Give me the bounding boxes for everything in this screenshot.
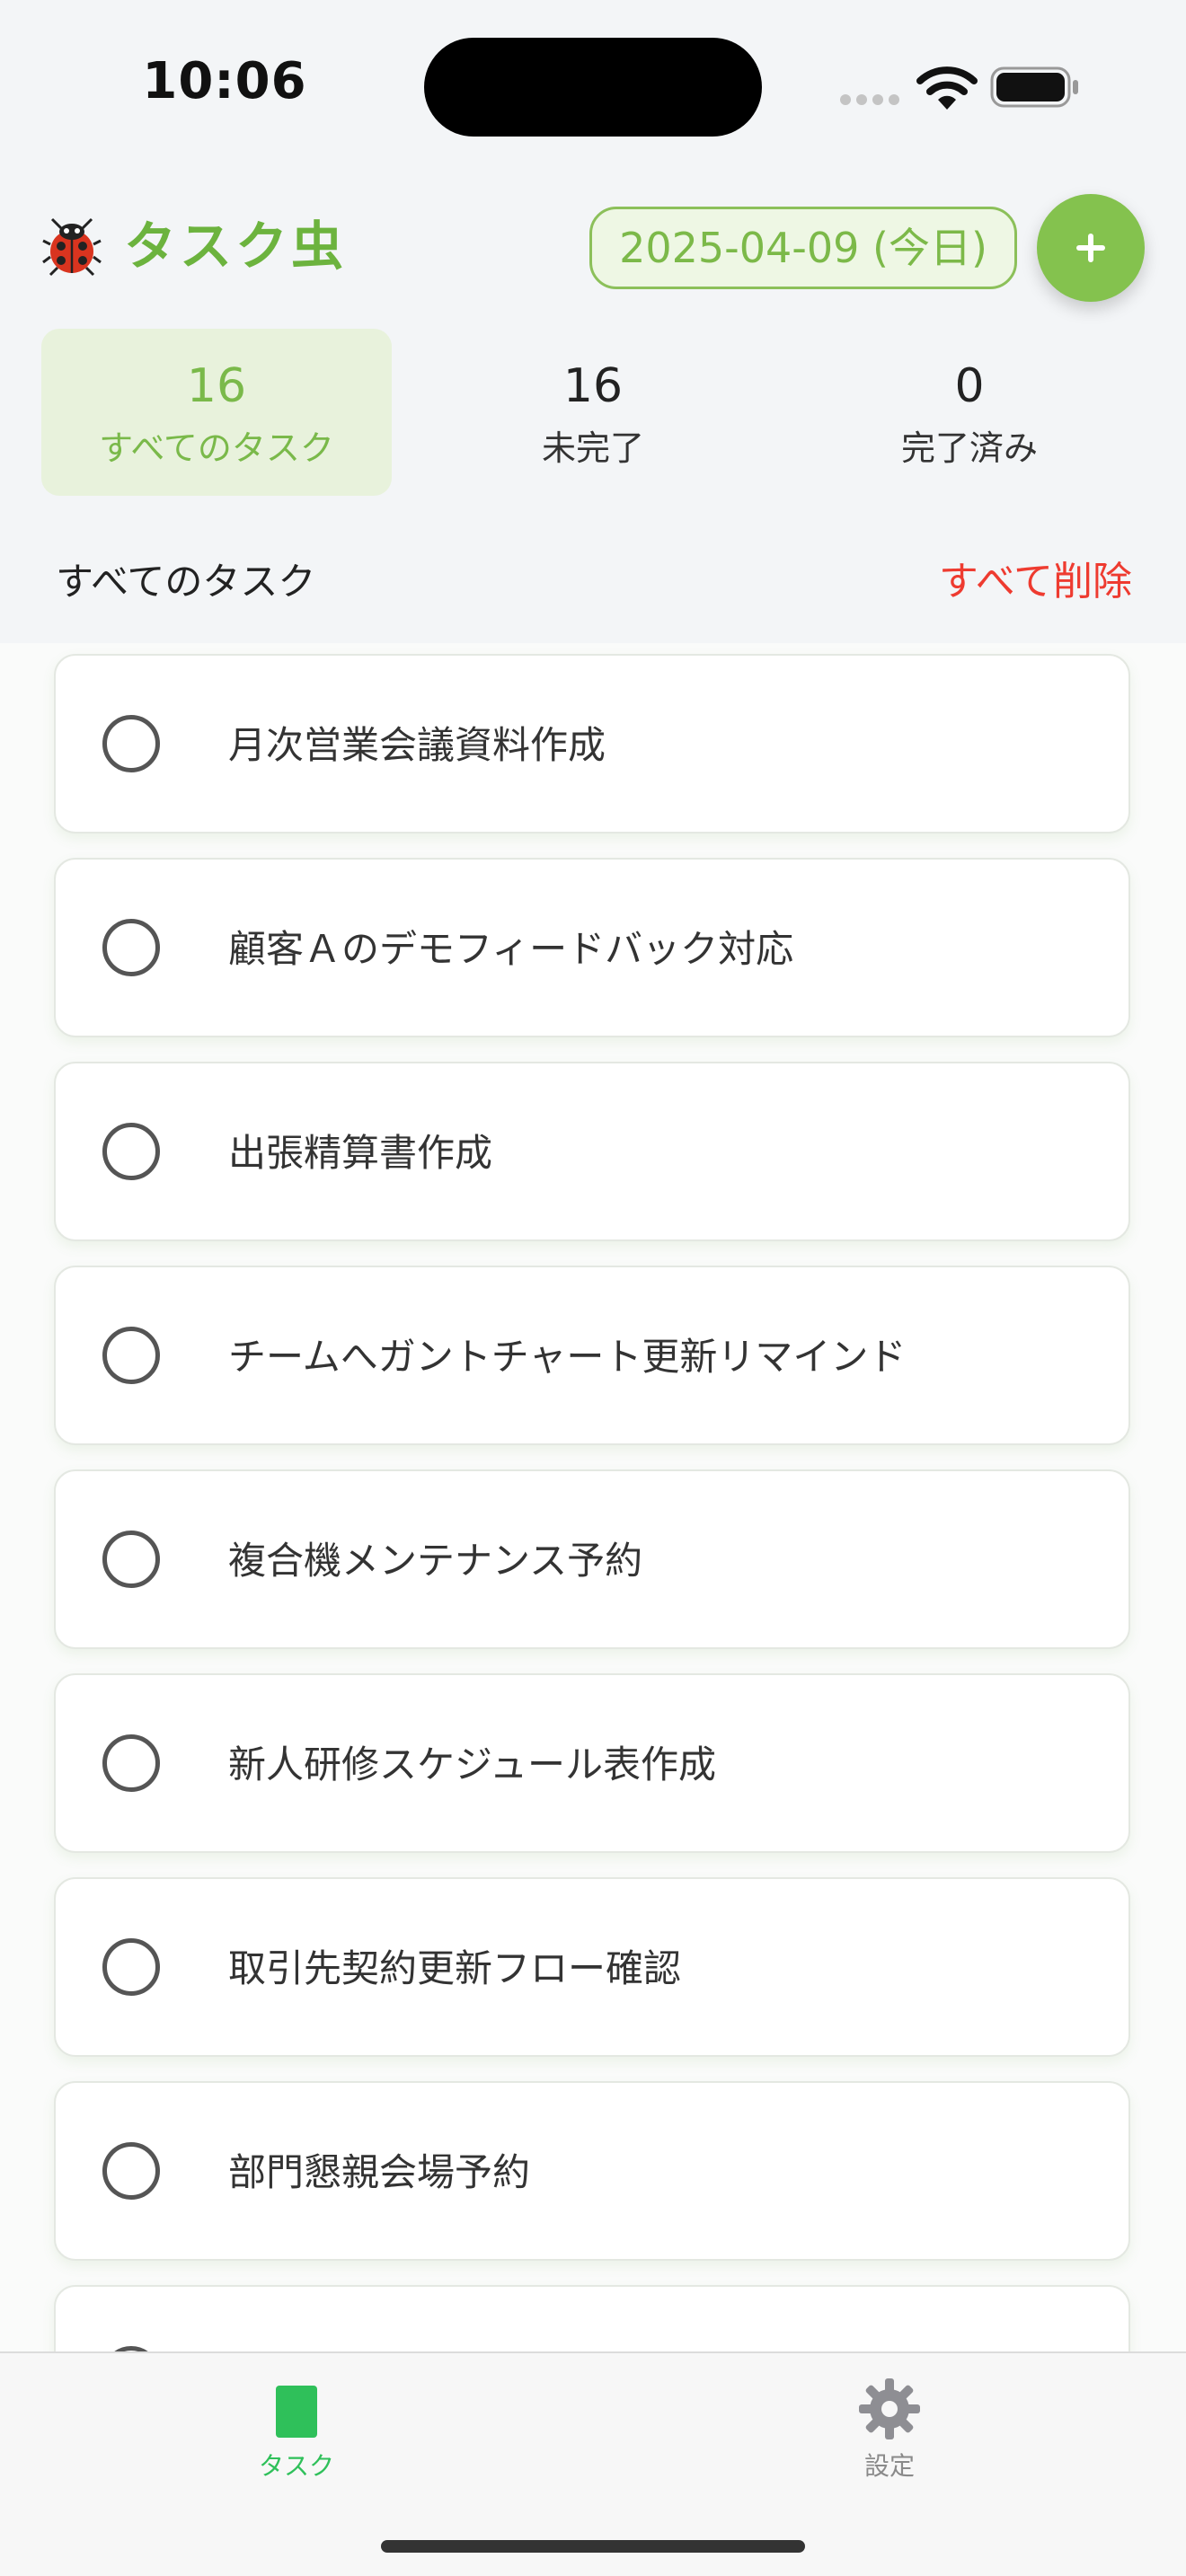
tab-label: 設定 — [863, 2451, 915, 2481]
tab-label: タスク — [258, 2451, 334, 2481]
task-item[interactable]: 複合機メンテナンス予約 — [54, 1469, 1130, 1649]
checkbox-circle-icon[interactable] — [102, 1734, 160, 1792]
task-text: 部門懇親会場予約 — [228, 2150, 531, 2194]
task-text: 月次営業会議資料作成 — [228, 723, 606, 767]
task-item[interactable]: 月次営業会議資料作成 — [54, 654, 1130, 834]
checkbox-circle-icon[interactable] — [102, 1531, 160, 1588]
task-item[interactable]: チームへガントチャート更新リマインド — [54, 1266, 1130, 1445]
delete-all-button[interactable]: すべて削除 — [939, 557, 1132, 607]
home-indicator — [381, 2540, 805, 2553]
wifi-icon — [916, 66, 978, 110]
checkbox-circle-icon[interactable] — [102, 1938, 160, 1996]
filter-all-tasks[interactable]: 16 すべてのタスク — [41, 329, 392, 496]
checkbox-circle-icon[interactable] — [102, 1123, 160, 1180]
task-text: 複合機メンテナンス予約 — [228, 1539, 643, 1583]
task-item[interactable]: 顧客Ａのデモフィードバック対応 — [54, 858, 1130, 1037]
checkbox-circle-icon[interactable] — [102, 919, 160, 976]
stat-label: 完了済み — [900, 428, 1038, 468]
task-icon — [276, 2386, 317, 2438]
task-text: 取引先契約更新フロー確認 — [228, 1946, 682, 1990]
stat-value: 16 — [186, 359, 247, 413]
task-item[interactable] — [54, 2285, 1130, 2351]
stat-label: 未完了 — [541, 428, 644, 468]
tab-settings[interactable]: 設定 — [593, 2353, 1186, 2506]
task-text: 顧客Ａのデモフィードバック対応 — [228, 927, 794, 971]
task-item[interactable]: 部門懇親会場予約 — [54, 2081, 1130, 2261]
dynamic-island — [424, 38, 762, 137]
task-list[interactable]: 月次営業会議資料作成 顧客Ａのデモフィードバック対応 出張精算書作成 チームへガ… — [0, 643, 1186, 2351]
screen: 10:06 タスク虫 2025-04-09 (今日) 16 すべてのタスク 16… — [0, 0, 1186, 2576]
task-text: 出張精算書作成 — [228, 1131, 493, 1175]
checkbox-circle-icon[interactable] — [102, 2142, 160, 2200]
tab-tasks[interactable]: タスク — [0, 2353, 593, 2506]
filter-completed[interactable]: 0 完了済み — [794, 329, 1145, 496]
date-button[interactable]: 2025-04-09 (今日) — [589, 207, 1017, 289]
status-time: 10:06 — [142, 52, 307, 110]
stat-label: すべてのタスク — [99, 428, 334, 468]
task-item[interactable]: 新人研修スケジュール表作成 — [54, 1673, 1130, 1853]
checkbox-circle-icon[interactable] — [102, 1327, 160, 1384]
stat-value: 0 — [954, 359, 985, 413]
task-item[interactable]: 出張精算書作成 — [54, 1062, 1130, 1241]
task-text: 新人研修スケジュール表作成 — [228, 1742, 717, 1786]
section-title: すべてのタスク — [56, 560, 316, 604]
cellular-signal-icon — [840, 94, 899, 105]
app-title: タスク虫 — [124, 216, 348, 277]
stat-value: 16 — [562, 359, 624, 413]
task-item[interactable]: 取引先契約更新フロー確認 — [54, 1877, 1130, 2057]
task-text: チームへガントチャート更新リマインド — [228, 1335, 907, 1379]
filter-incomplete[interactable]: 16 未完了 — [418, 329, 768, 496]
gear-icon — [859, 2378, 920, 2439]
add-task-button[interactable] — [1037, 194, 1145, 302]
checkbox-circle-icon[interactable] — [102, 715, 160, 772]
ladybug-icon — [42, 217, 102, 277]
battery-icon — [990, 66, 1078, 108]
